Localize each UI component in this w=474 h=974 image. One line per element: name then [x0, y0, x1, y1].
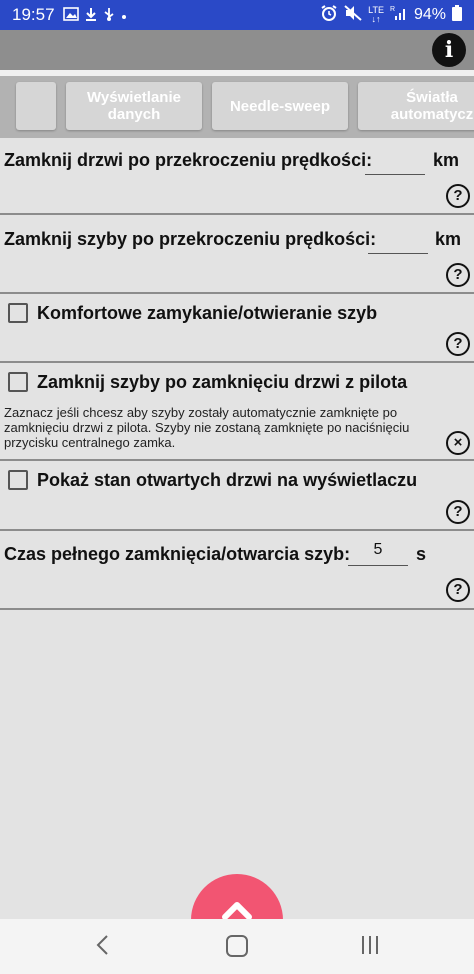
status-right: LTE ↓↑ R 94%: [320, 4, 462, 26]
window-lock-speed-label: Zamknij szyby po przekroczeniu prędkości…: [4, 229, 377, 249]
app-bar: i: [0, 30, 474, 70]
system-nav-bar: [0, 919, 474, 974]
tab-auto-lights[interactable]: Światła automatycz: [358, 82, 474, 130]
close-windows-remote-description: Zaznacz jeśli chcesz aby szyby zostały a…: [4, 405, 410, 450]
setting-window-lock-speed: Zamknij szyby po przekroczeniu prędkości…: [0, 215, 474, 294]
lte-indicator: LTE ↓↑: [368, 5, 384, 24]
setting-close-windows-remote: Zamknij szyby po zamknięciu drzwi z pilo…: [0, 363, 474, 461]
comfort-windows-label: Komfortowe zamykanie/otwieranie szyb: [37, 303, 378, 323]
lte-label: LTE: [368, 5, 384, 15]
download-icon: [85, 7, 97, 24]
help-icon[interactable]: ?: [446, 184, 470, 208]
battery-icon: [452, 4, 462, 26]
show-open-doors-label: Pokaż stan otwartych drzwi na wyświetlac…: [37, 470, 418, 490]
show-open-doors-checkbox[interactable]: [8, 470, 28, 490]
help-icon[interactable]: ?: [446, 500, 470, 524]
door-lock-speed-unit: km: [433, 150, 460, 170]
signal-icon: R: [390, 5, 408, 26]
help-icon[interactable]: ?: [446, 578, 470, 602]
chevron-up-icon: [222, 902, 252, 920]
status-time: 19:57: [12, 5, 55, 24]
door-lock-speed-label: Zamknij drzwi po przekroczeniu prędkości…: [4, 150, 373, 170]
door-lock-speed-input[interactable]: [365, 150, 425, 175]
window-lock-speed-input[interactable]: [368, 229, 428, 254]
setting-door-lock-speed: Zamknij drzwi po przekroczeniu prędkości…: [0, 138, 474, 215]
mute-icon: [344, 4, 362, 26]
alarm-icon: [320, 4, 338, 26]
setting-window-time: Czas pełnego zamknięcia/otwarcia szyb: 5…: [0, 531, 474, 610]
help-icon[interactable]: ?: [446, 263, 470, 287]
setting-comfort-windows: Komfortowe zamykanie/otwieranie szyb ?: [0, 294, 474, 363]
window-time-label: Czas pełnego zamknięcia/otwarcia szyb:: [4, 544, 351, 564]
help-icon[interactable]: ?: [446, 332, 470, 356]
window-lock-speed-unit: km: [435, 229, 462, 249]
close-description-icon[interactable]: ×: [446, 431, 470, 455]
roaming-label: R: [390, 6, 395, 13]
window-time-unit: s: [416, 544, 427, 564]
gallery-icon: [62, 6, 79, 24]
battery-percent: 94%: [413, 6, 446, 23]
dot-icon: [121, 7, 127, 23]
back-icon[interactable]: [94, 934, 110, 956]
window-time-input[interactable]: 5: [348, 541, 408, 566]
tab-needle-sweep[interactable]: Needle-sweep: [212, 82, 348, 130]
info-button[interactable]: i: [432, 33, 466, 67]
comfort-windows-checkbox[interactable]: [8, 303, 28, 323]
setting-show-open-doors: Pokaż stan otwartych drzwi na wyświetlac…: [0, 461, 474, 531]
home-icon[interactable]: [226, 935, 248, 957]
close-windows-remote-label: Zamknij szyby po zamknięciu drzwi z pilo…: [37, 372, 408, 392]
close-windows-remote-checkbox[interactable]: [8, 372, 28, 392]
tab-display-data[interactable]: Wyświetlanie danych: [66, 82, 202, 130]
recent-apps-icon[interactable]: [360, 934, 380, 956]
tab-partial[interactable]: [16, 82, 56, 130]
status-bar: 19:57 LTE ↓↑ R 94%: [0, 0, 474, 30]
usb-icon: [103, 7, 115, 24]
category-tabs[interactable]: Wyświetlanie danych Needle-sweep Światła…: [0, 76, 474, 138]
